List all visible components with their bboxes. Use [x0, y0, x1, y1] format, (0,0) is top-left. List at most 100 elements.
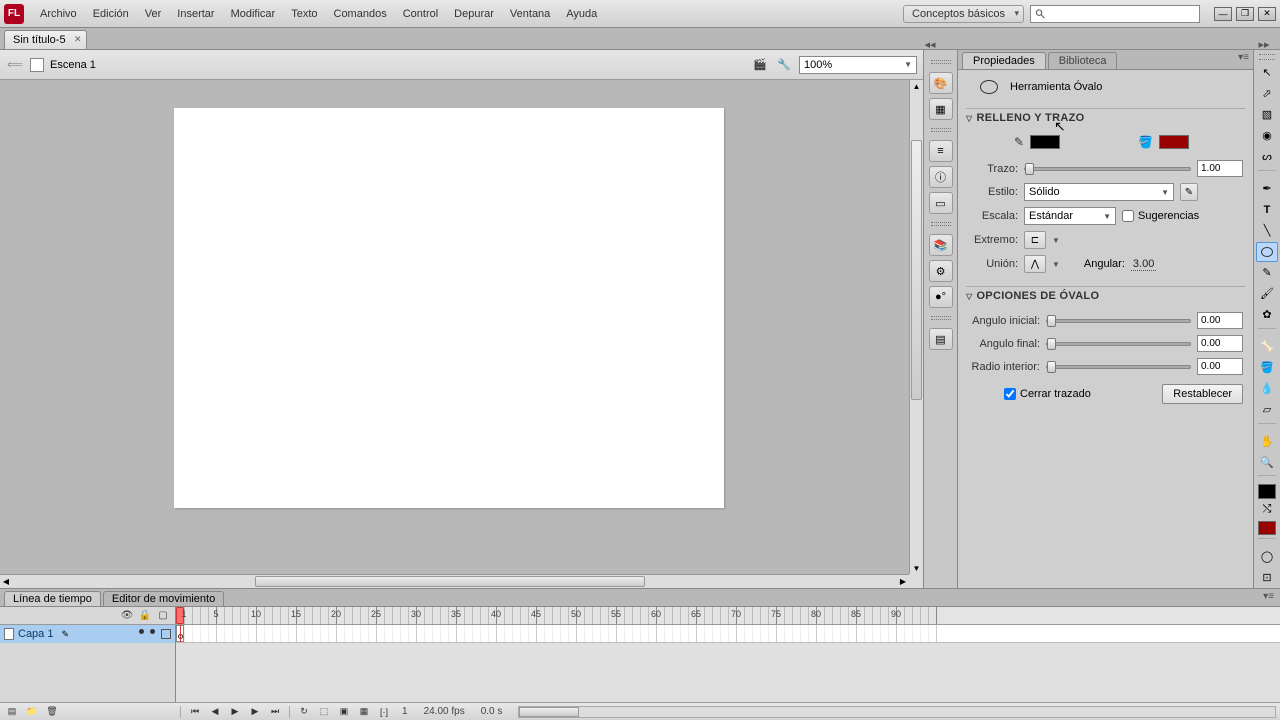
scroll-right-icon[interactable]: ▶	[897, 575, 909, 588]
edit-symbol-icon[interactable]: 🔧	[775, 57, 793, 73]
paint-bucket-tool[interactable]: 🪣	[1256, 357, 1278, 377]
edit-style-icon[interactable]: ✎	[1180, 183, 1198, 201]
edit-scene-icon[interactable]: 🎬	[751, 57, 769, 73]
dropdown-arrow-icon[interactable]: ▼	[1052, 260, 1060, 269]
edit-multiple-frames-icon[interactable]: ▦	[356, 705, 372, 719]
motion-presets-icon[interactable]: ⚙	[929, 260, 953, 282]
menu-modificar[interactable]: Modificar	[223, 4, 284, 24]
menu-archivo[interactable]: Archivo	[32, 4, 85, 24]
dock-grip[interactable]	[931, 222, 951, 226]
hints-checkbox[interactable]: Sugerencias	[1122, 210, 1199, 222]
scroll-thumb-h[interactable]	[255, 576, 645, 587]
fps-display[interactable]: 24.00 fps	[418, 706, 471, 717]
lasso-tool[interactable]: ᔕ	[1256, 147, 1278, 167]
text-tool[interactable]: T	[1256, 200, 1278, 220]
tab-properties[interactable]: Propiedades	[962, 52, 1046, 69]
align-panel-icon[interactable]: ≡	[929, 140, 953, 162]
collapse-panel-right-icon[interactable]: ▸▸	[1254, 39, 1274, 49]
delete-layer-icon[interactable]: 🗑	[44, 705, 60, 719]
slider-handle[interactable]	[1047, 361, 1056, 373]
free-transform-tool[interactable]: ▧	[1256, 105, 1278, 125]
oval-inner-slider[interactable]	[1046, 365, 1191, 369]
brush-tool[interactable]: 🖌	[1256, 284, 1278, 304]
color-panel-icon[interactable]: 🎨	[929, 72, 953, 94]
menu-comandos[interactable]: Comandos	[326, 4, 395, 24]
eraser-tool[interactable]: ▱	[1256, 400, 1278, 420]
selection-tool[interactable]: ↖	[1256, 63, 1278, 83]
oval-inner-input[interactable]	[1197, 358, 1243, 375]
tab-timeline[interactable]: Línea de tiempo	[4, 591, 101, 606]
swatches-panel-icon[interactable]: ▦	[929, 98, 953, 120]
reset-button[interactable]: Restablecer	[1162, 384, 1243, 404]
loop-icon[interactable]: ↻	[296, 705, 312, 719]
frame-track[interactable]	[176, 625, 1280, 643]
tab-motion-editor[interactable]: Editor de movimiento	[103, 591, 224, 606]
scroll-thumb-v[interactable]	[911, 140, 922, 400]
object-drawing-toggle[interactable]: ◯	[1256, 547, 1278, 567]
visibility-column-icon[interactable]: 👁	[121, 610, 133, 622]
oval-end-input[interactable]	[1197, 335, 1243, 352]
subselection-tool[interactable]: ⬀	[1256, 84, 1278, 104]
deco-tool[interactable]: ✿	[1256, 305, 1278, 325]
zoom-selector[interactable]: 100%▼	[799, 56, 917, 74]
section-fill-stroke[interactable]: ▽ RELLENO Y TRAZO	[966, 108, 1245, 127]
stroke-value-input[interactable]	[1197, 160, 1243, 177]
transform-panel-icon[interactable]: ▭	[929, 192, 953, 214]
scroll-left-icon[interactable]: ◀	[0, 575, 12, 588]
hand-tool[interactable]: ✋	[1256, 431, 1278, 451]
3d-rotation-tool[interactable]: ◉	[1256, 126, 1278, 146]
dock-grip[interactable]	[931, 60, 951, 64]
info-panel-icon[interactable]: ⓘ	[929, 166, 953, 188]
components-panel-icon[interactable]: ▤	[929, 328, 953, 350]
stage-viewport[interactable]: ▲ ▼ ◀ ▶	[0, 80, 923, 588]
dropdown-arrow-icon[interactable]: ▼	[1052, 236, 1060, 245]
swap-colors-icon[interactable]: ⤭	[1256, 500, 1278, 520]
slider-handle[interactable]	[1047, 315, 1056, 327]
join-miter-icon[interactable]: ⋀	[1024, 255, 1046, 273]
step-forward-icon[interactable]: ▶	[247, 705, 263, 719]
timeline-scrollbar[interactable]	[518, 706, 1276, 718]
search-input[interactable]	[1050, 8, 1195, 20]
frame-ruler[interactable]: 151015202530354045505560657075808590	[176, 607, 1280, 624]
menu-texto[interactable]: Texto	[283, 4, 325, 24]
play-icon[interactable]: ▶	[227, 705, 243, 719]
timeline-scroll-thumb[interactable]	[519, 707, 579, 717]
slider-handle[interactable]	[1025, 163, 1034, 175]
new-layer-icon[interactable]: ▤	[4, 705, 20, 719]
modify-markers-icon[interactable]: [·]	[376, 705, 392, 719]
tab-library[interactable]: Biblioteca	[1048, 52, 1118, 69]
fill-color-tool[interactable]	[1258, 521, 1276, 536]
goto-first-icon[interactable]: ⏮	[187, 705, 203, 719]
pencil-tool[interactable]: ✎	[1256, 263, 1278, 283]
onion-skin-icon[interactable]: ⬚	[316, 705, 332, 719]
maximize-button[interactable]: ❐	[1236, 7, 1254, 21]
zoom-tool[interactable]: 🔍	[1256, 452, 1278, 472]
stroke-color-tool[interactable]	[1258, 484, 1276, 499]
close-path-checkbox[interactable]: Cerrar trazado	[1004, 388, 1091, 400]
scale-select[interactable]: Estándar▼	[1024, 207, 1116, 225]
timeline-menu-icon[interactable]: ▾≡	[1263, 591, 1274, 602]
project-panel-icon[interactable]: ●°	[929, 286, 953, 308]
menu-control[interactable]: Control	[395, 4, 446, 24]
slider-handle[interactable]	[1047, 338, 1056, 350]
fill-color-swatch[interactable]	[1159, 135, 1189, 149]
stroke-slider[interactable]	[1024, 167, 1191, 171]
menu-ventana[interactable]: Ventana	[502, 4, 558, 24]
outline-square[interactable]	[161, 629, 171, 639]
goto-last-icon[interactable]: ⏭	[267, 705, 283, 719]
tools-grip[interactable]	[1259, 54, 1275, 60]
menu-insertar[interactable]: Insertar	[169, 4, 222, 24]
new-folder-icon[interactable]: 📁	[24, 705, 40, 719]
oval-end-slider[interactable]	[1046, 342, 1191, 346]
lock-column-icon[interactable]: 🔒	[139, 610, 151, 622]
style-select[interactable]: Sólido▼	[1024, 183, 1174, 201]
menu-edición[interactable]: Edición	[85, 4, 137, 24]
workspace-selector[interactable]: Conceptos básicos	[903, 5, 1024, 23]
miter-value[interactable]: 3.00	[1131, 258, 1156, 271]
step-back-icon[interactable]: ◀	[207, 705, 223, 719]
document-tab[interactable]: Sin título-5 ✕	[4, 30, 87, 49]
dock-grip[interactable]	[931, 128, 951, 132]
snap-toggle[interactable]: ⊡	[1256, 568, 1278, 588]
lock-dot[interactable]	[150, 629, 155, 634]
menu-ver[interactable]: Ver	[137, 4, 170, 24]
